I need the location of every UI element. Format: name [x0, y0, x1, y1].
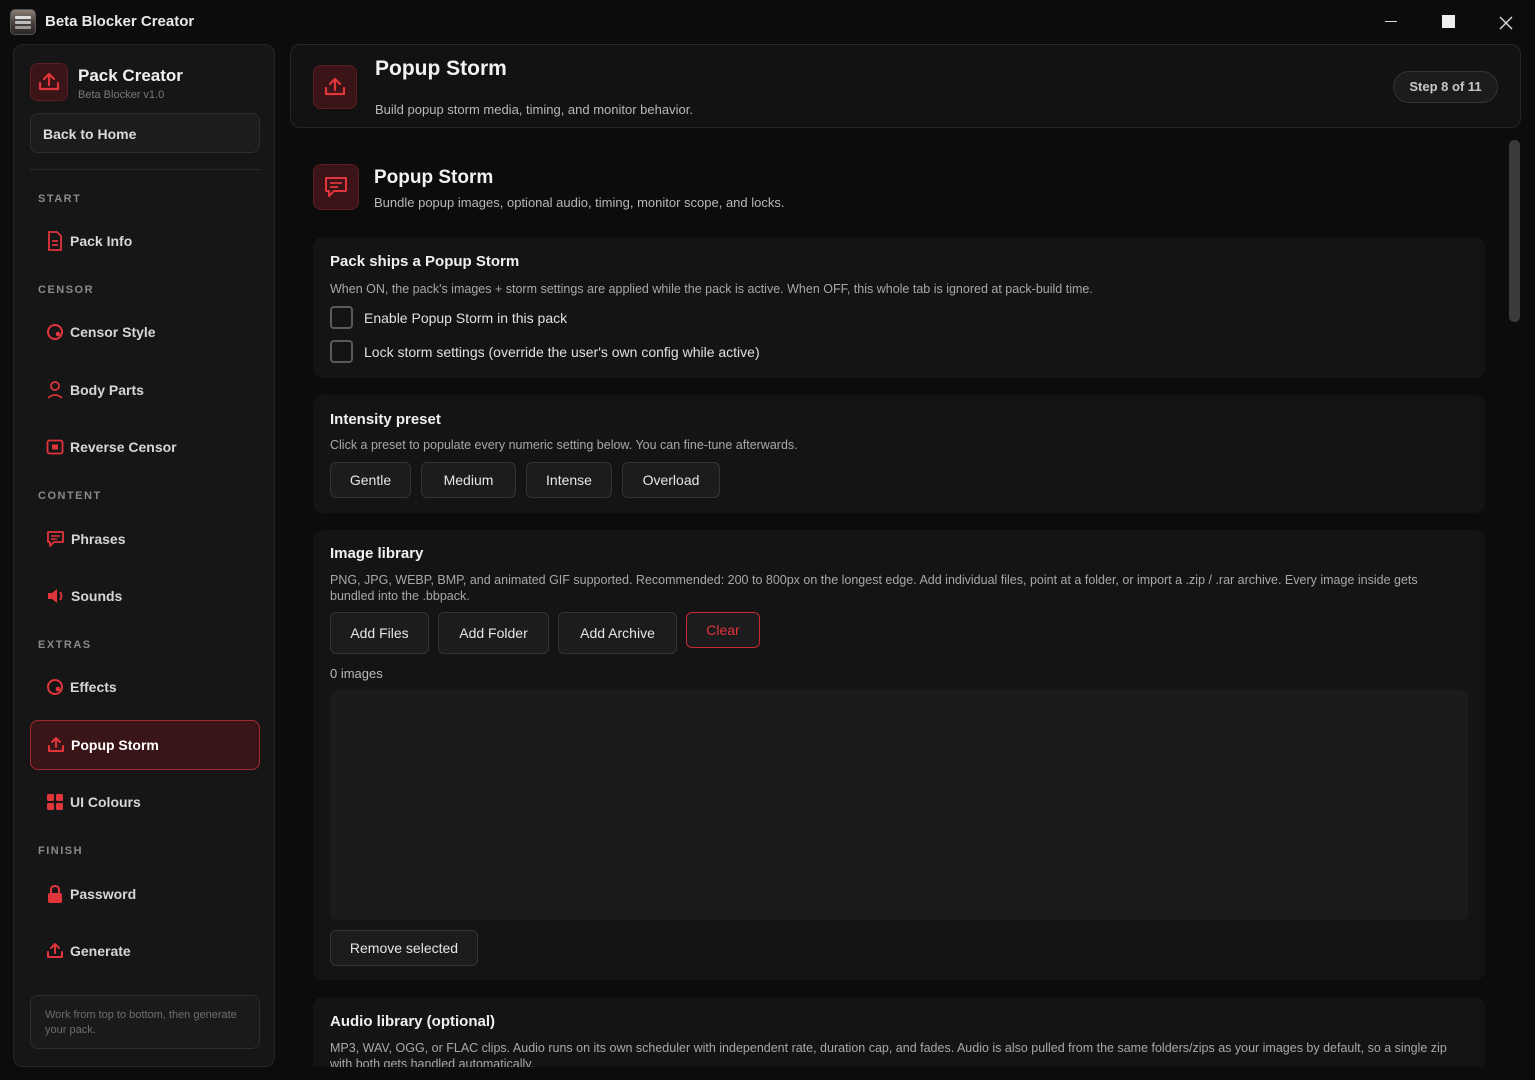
brand-upload-icon: [30, 63, 68, 101]
card-title: Audio library (optional): [330, 1013, 495, 1030]
card-title: Pack ships a Popup Storm: [330, 253, 520, 270]
ships-popup-storm-card: Pack ships a Popup Storm When ON, the pa…: [313, 237, 1485, 378]
section-title: Popup Storm: [374, 167, 494, 188]
section-label-content: CONTENT: [38, 490, 102, 502]
sidebar-item-label: Phrases: [71, 531, 126, 547]
checkbox-label: Lock storm settings (override the user's…: [364, 343, 760, 360]
sidebar-divider: [30, 169, 260, 170]
sidebar-item-censor-style[interactable]: Censor Style: [30, 307, 260, 357]
sidebar-item-label: Censor Style: [70, 324, 156, 340]
add-folder-button[interactable]: Add Folder: [438, 612, 549, 654]
sidebar-item-generate[interactable]: Generate: [30, 926, 260, 976]
intensity-preset-card: Intensity preset Click a preset to popul…: [313, 395, 1485, 513]
sidebar-item-ui-colours[interactable]: UI Colours: [30, 777, 260, 827]
page-header: Popup Storm Build popup storm media, tim…: [290, 44, 1521, 128]
checkbox-label: Enable Popup Storm in this pack: [364, 309, 568, 326]
add-archive-button[interactable]: Add Archive: [558, 612, 677, 654]
preset-intense-button[interactable]: Intense: [526, 462, 612, 498]
sidebar: Pack Creator Beta Blocker v1.0 Back to H…: [13, 44, 275, 1067]
sidebar-item-pack-info[interactable]: Pack Info: [30, 216, 260, 266]
preset-gentle-button[interactable]: Gentle: [330, 462, 411, 498]
palette-icon: [47, 679, 63, 695]
sidebar-item-label: Effects: [70, 679, 117, 695]
add-files-button[interactable]: Add Files: [330, 612, 429, 654]
sidebar-item-label: Body Parts: [70, 382, 144, 398]
card-description: MP3, WAV, OGG, or FLAC clips. Audio runs…: [330, 1041, 1447, 1067]
sidebar-item-phrases[interactable]: Phrases: [30, 514, 260, 564]
maximize-button[interactable]: [1433, 8, 1463, 36]
grid-icon: [47, 794, 63, 810]
sidebar-item-effects[interactable]: Effects: [30, 662, 260, 712]
image-list[interactable]: [330, 690, 1468, 920]
audio-library-card: Audio library (optional) MP3, WAV, OGG, …: [313, 997, 1485, 1067]
sidebar-item-label: Pack Info: [70, 233, 133, 249]
image-count: 0 images: [330, 666, 383, 681]
card-title: Image library: [330, 545, 424, 562]
sidebar-item-label: Sounds: [71, 588, 123, 604]
sidebar-item-label: Generate: [70, 943, 131, 959]
sidebar-tip: Work from top to bottom, then generate y…: [30, 995, 260, 1049]
lock-storm-settings-checkbox[interactable]: [330, 340, 353, 363]
section-label-finish: FINISH: [38, 845, 84, 857]
sidebar-item-label: Password: [70, 886, 137, 902]
card-description: Click a preset to populate every numeric…: [330, 438, 798, 452]
page-title: Popup Storm: [375, 57, 507, 80]
palette-icon: [47, 324, 63, 340]
upload-icon: [48, 737, 64, 752]
step-badge: Step 8 of 11: [1393, 71, 1498, 103]
window-title: Beta Blocker Creator: [45, 13, 195, 30]
back-to-home-button[interactable]: Back to Home: [30, 113, 260, 153]
close-button[interactable]: [1491, 8, 1521, 36]
title-bar: Beta Blocker Creator: [0, 0, 1535, 44]
brand-subtitle: Beta Blocker v1.0: [78, 89, 165, 101]
person-icon: [47, 381, 63, 399]
brand-title: Pack Creator: [78, 66, 183, 85]
sidebar-item-label: UI Colours: [70, 794, 141, 810]
section-label-extras: EXTRAS: [38, 639, 92, 651]
main-content: Popup Storm Bundle popup images, optiona…: [290, 134, 1521, 1067]
preset-overload-button[interactable]: Overload: [622, 462, 720, 498]
close-icon: [1499, 16, 1513, 30]
sidebar-item-label: Popup Storm: [71, 737, 159, 753]
page-subtitle: Build popup storm media, timing, and mon…: [375, 102, 693, 117]
chat-icon: [47, 531, 64, 547]
card-description: When ON, the pack's images + storm setti…: [330, 282, 1093, 296]
document-icon: [48, 231, 62, 251]
section-subtitle: Bundle popup images, optional audio, tim…: [374, 195, 785, 210]
enable-popup-storm-row[interactable]: Enable Popup Storm in this pack: [330, 306, 567, 329]
header-upload-icon: [313, 65, 357, 109]
sidebar-item-body-parts[interactable]: Body Parts: [30, 365, 260, 415]
lock-storm-settings-row[interactable]: Lock storm settings (override the user's…: [330, 340, 760, 363]
sidebar-item-reverse-censor[interactable]: Reverse Censor: [30, 422, 260, 472]
sidebar-item-popup-storm[interactable]: Popup Storm: [30, 720, 260, 770]
upload-icon: [47, 943, 63, 958]
card-description: PNG, JPG, WEBP, BMP, and animated GIF su…: [330, 573, 1418, 603]
sidebar-item-label: Reverse Censor: [70, 439, 177, 455]
section-label-censor: CENSOR: [38, 284, 95, 296]
sidebar-item-password[interactable]: Password: [30, 869, 260, 919]
card-title: Intensity preset: [330, 411, 441, 428]
section-label-start: START: [38, 193, 82, 205]
minimize-button[interactable]: [1376, 8, 1406, 36]
app-logo-icon: [10, 9, 36, 35]
speaker-icon: [48, 589, 63, 603]
maximize-icon: [1441, 15, 1455, 29]
sidebar-item-sounds[interactable]: Sounds: [30, 571, 260, 621]
preset-medium-button[interactable]: Medium: [421, 462, 516, 498]
enable-popup-storm-checkbox[interactable]: [330, 306, 353, 329]
image-library-card: Image library PNG, JPG, WEBP, BMP, and a…: [313, 530, 1485, 980]
frame-icon: [46, 439, 64, 455]
remove-selected-button[interactable]: Remove selected: [330, 930, 478, 966]
vertical-scrollbar[interactable]: [1509, 140, 1520, 322]
section-chat-icon: [313, 164, 359, 210]
clear-button[interactable]: Clear: [686, 612, 760, 648]
minimize-icon: [1385, 21, 1397, 23]
lock-icon: [48, 884, 62, 903]
